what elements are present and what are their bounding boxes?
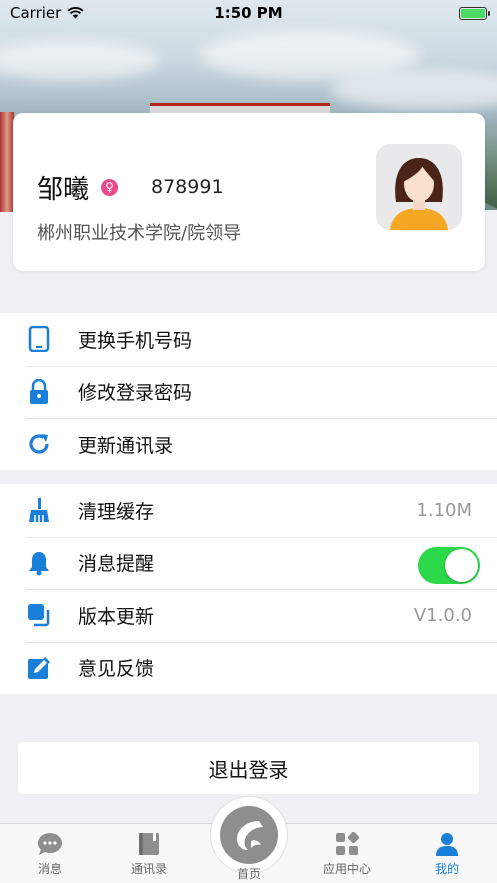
tab-label: 通讯录 xyxy=(130,862,167,876)
cache-size: 1.10M xyxy=(416,499,472,521)
tab-label: 首页 xyxy=(236,867,261,881)
tab-home[interactable] xyxy=(220,806,278,864)
profile-card[interactable]: 邹曦 ♀ 878991 郴州职业技术学院/院领导 xyxy=(13,113,485,271)
avatar[interactable] xyxy=(376,144,462,230)
menu-label: 消息提醒 xyxy=(78,553,155,576)
tab-label: 我的 xyxy=(434,862,459,876)
notification-row: 消息提醒 xyxy=(0,536,497,590)
account-menu-group: 更换手机号码 修改登录密码 更新通讯录 xyxy=(0,313,497,470)
wifi-icon xyxy=(67,7,84,19)
logout-button[interactable]: 退出登录 xyxy=(18,742,479,794)
menu-label: 修改登录密码 xyxy=(78,382,193,405)
person-icon xyxy=(436,833,458,856)
version-icon xyxy=(26,602,52,628)
female-icon: ♀ xyxy=(101,179,118,196)
user-id: 878991 xyxy=(151,176,224,198)
feedback-row[interactable]: 意见反馈 xyxy=(0,641,497,695)
update-contacts-row[interactable]: 更新通讯录 xyxy=(0,418,497,471)
change-password-row[interactable]: 修改登录密码 xyxy=(0,365,497,419)
clear-cache-row[interactable]: 清理缓存 1.10M xyxy=(0,484,497,537)
battery-icon xyxy=(459,6,490,20)
tab-contacts[interactable]: 通讯录 xyxy=(109,832,189,877)
chat-icon xyxy=(38,833,62,855)
change-phone-row[interactable]: 更换手机号码 xyxy=(0,313,497,366)
phone-icon xyxy=(26,326,52,353)
lock-icon xyxy=(26,378,52,405)
status-time: 1:50 PM xyxy=(214,4,283,22)
tab-label: 消息 xyxy=(37,862,62,876)
apps-icon xyxy=(336,832,359,855)
menu-label: 版本更新 xyxy=(78,605,155,628)
status-bar: Carrier 1:50 PM xyxy=(0,0,497,26)
user-name: 邹曦 xyxy=(37,175,90,205)
contacts-icon xyxy=(139,833,159,855)
tab-mine[interactable]: 我的 xyxy=(407,832,487,877)
tab-label: 应用中心 xyxy=(322,862,371,876)
bell-icon xyxy=(26,550,52,576)
female-avatar-icon xyxy=(390,158,448,230)
notification-toggle[interactable] xyxy=(418,546,480,584)
menu-label: 意见反馈 xyxy=(78,658,155,681)
broom-icon xyxy=(26,497,52,523)
home-logo-icon xyxy=(237,821,263,850)
tab-messages[interactable]: 消息 xyxy=(10,832,90,877)
user-organization: 郴州职业技术学院/院领导 xyxy=(37,223,242,244)
version-number: V1.0.0 xyxy=(413,604,472,626)
menu-label: 清理缓存 xyxy=(78,500,155,523)
carrier-label: Carrier xyxy=(10,4,62,22)
menu-label: 更换手机号码 xyxy=(78,329,193,352)
edit-icon xyxy=(26,655,52,681)
version-update-row[interactable]: 版本更新 V1.0.0 xyxy=(0,589,497,642)
tab-app-center[interactable]: 应用中心 xyxy=(307,832,387,877)
refresh-icon xyxy=(26,431,52,457)
settings-menu-group: 清理缓存 1.10M 消息提醒 版本更新 V1.0.0 意见反馈 xyxy=(0,484,497,694)
menu-label: 更新通讯录 xyxy=(78,434,174,457)
